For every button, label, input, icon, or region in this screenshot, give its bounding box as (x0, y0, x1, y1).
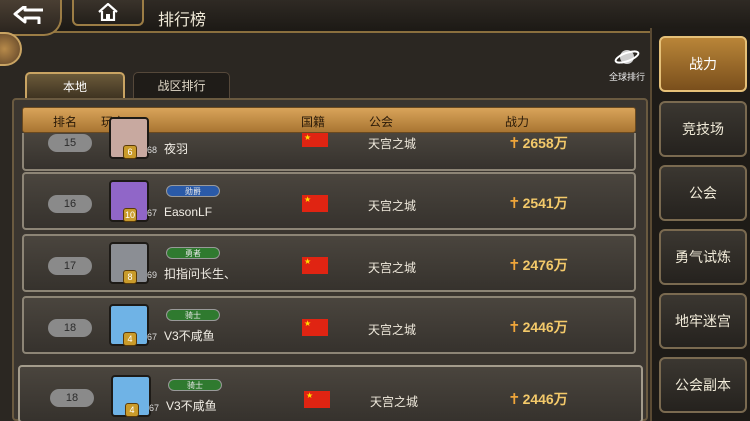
rank-badge: 15 (48, 134, 92, 152)
home-button[interactable] (72, 0, 144, 26)
power-value: ✝ 2446万 (508, 319, 568, 336)
sidebar-item-guild-raid[interactable]: 公会副本 (659, 357, 747, 413)
cross-icon: ✝ (508, 195, 521, 212)
sidebar-item-power[interactable]: 战力 (659, 36, 747, 92)
global-rank-button[interactable]: 全球排行 (603, 46, 651, 86)
guild-name: 天宫之城 (368, 323, 417, 337)
power-value: ✝ 2476万 (508, 257, 568, 274)
level-label: 67 (148, 403, 159, 413)
cross-icon: ✝ (508, 257, 521, 274)
star-badge: 4 (123, 332, 137, 346)
china-flag-icon (302, 319, 328, 336)
page-title: 排行榜 (158, 12, 207, 29)
china-flag-icon (302, 195, 328, 212)
player-name: EasonLF (164, 205, 213, 219)
global-rank-label: 全球排行 (608, 72, 645, 82)
power-value: ✝ 2658万 (508, 135, 568, 152)
title-badge: 骑士 (168, 379, 222, 391)
star-badge: 8 (123, 270, 137, 284)
star-badge: 10 (123, 208, 137, 222)
china-flag-icon (304, 391, 330, 408)
sidebar-item-courage-trial[interactable]: 勇气试炼 (659, 229, 747, 285)
level-label: 69 (146, 270, 157, 280)
player-name: V3不咸鱼 (164, 329, 215, 343)
side-emblem-icon[interactable] (0, 32, 22, 66)
player-name: V3不咸鱼 (166, 399, 217, 413)
back-button[interactable] (0, 0, 62, 36)
title-badge: 勋爵 (166, 185, 220, 197)
rank-badge: 18 (48, 319, 92, 337)
tab-zone-rank[interactable]: 战区排行 (133, 72, 230, 99)
guild-name: 天宫之城 (370, 395, 419, 409)
table-row[interactable]: 18 67 4 骑士 V3不咸鱼 天宫之城 ✝2446万 (22, 296, 636, 354)
china-flag-icon (302, 257, 328, 274)
avatar[interactable]: 67 4 (109, 304, 157, 346)
sidebar-item-arena[interactable]: 竞技场 (659, 101, 747, 157)
table-row[interactable]: 16 67 10 勋爵 EasonLF 天宫之城 ✝2541万 (22, 172, 636, 230)
cross-icon: ✝ (508, 391, 521, 408)
back-arrow-icon (13, 6, 43, 24)
header-power: 战力 (505, 115, 530, 129)
china-flag-icon (302, 133, 328, 147)
guild-name: 天宫之城 (368, 199, 417, 213)
header-country: 国籍 (301, 115, 326, 129)
rank-badge: 16 (48, 195, 92, 213)
avatar[interactable]: 69 8 (109, 242, 157, 284)
avatar[interactable]: 68 6 (109, 117, 157, 159)
player-name: 夜羽 (164, 142, 189, 156)
tab-local[interactable]: 本地 (25, 72, 125, 99)
header-guild: 公会 (369, 115, 394, 129)
guild-name: 天宫之城 (368, 261, 417, 275)
sidebar-item-guild[interactable]: 公会 (659, 165, 747, 221)
level-label: 67 (146, 332, 157, 342)
avatar[interactable]: 67 10 (109, 180, 157, 222)
cross-icon: ✝ (508, 319, 521, 336)
rank-badge: 18 (50, 389, 94, 407)
star-badge: 6 (123, 145, 137, 159)
power-value: ✝ 2446万 (508, 391, 568, 408)
table-row[interactable]: 15 68 6 夜羽 天宫之城 ✝2658万 (22, 117, 636, 171)
home-icon (98, 3, 118, 21)
player-name: 扣指问长生、 (164, 267, 237, 281)
sidebar-item-dungeon-maze[interactable]: 地牢迷宫 (659, 293, 747, 349)
title-badge: 骑士 (166, 309, 220, 321)
level-label: 68 (146, 145, 157, 155)
table-row[interactable]: 17 69 8 勇者 扣指问长生、 天宫之城 ✝2476万 (22, 234, 636, 292)
level-label: 67 (146, 208, 157, 218)
header-rank: 排名 (53, 115, 78, 129)
table-row[interactable]: 18 67 4 骑士 V3不咸鱼 天宫之城 ✝2446万 (18, 365, 643, 421)
title-badge: 勇者 (166, 247, 220, 259)
cross-icon: ✝ (508, 135, 521, 152)
rank-badge: 17 (48, 257, 92, 275)
globe-icon (614, 50, 640, 64)
power-value: ✝ 2541万 (508, 195, 568, 212)
star-badge: 4 (125, 403, 139, 417)
avatar[interactable]: 67 4 (111, 375, 159, 417)
guild-name: 天宫之城 (368, 137, 417, 151)
